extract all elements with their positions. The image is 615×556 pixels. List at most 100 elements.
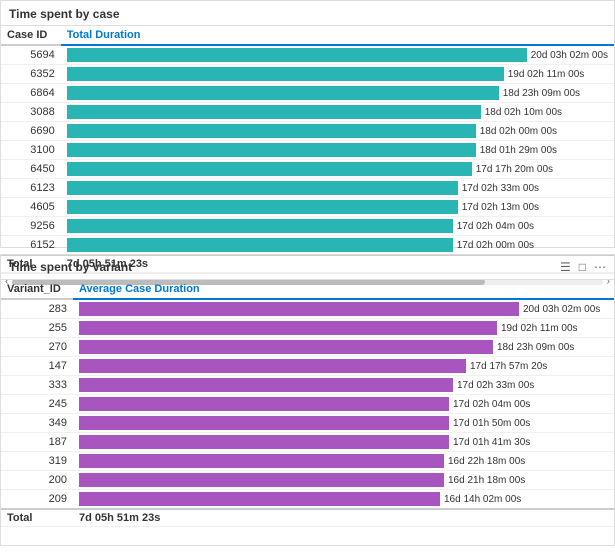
case-duration-bar: 18d 02h 10m 00s [61,103,614,122]
case-duration-label: 18d 02h 10m 00s [485,107,562,118]
table-row: 3100 18d 01h 29m 00s [1,141,614,160]
case-duration-label: 18d 01h 29m 00s [480,145,557,156]
case-col-duration: Total Duration [61,26,614,45]
case-id: 6152 [1,236,61,256]
variant-duration-bar: 17d 02h 33m 00s [73,376,614,395]
section-case: Time spent by case Case ID Total Duratio… [0,0,615,248]
variant-id: 200 [1,471,73,490]
table-row: 6450 17d 17h 20m 00s [1,160,614,179]
variant-duration-bar: 17d 17h 57m 20s [73,357,614,376]
case-id: 6864 [1,84,61,103]
case-id: 5694 [1,45,61,65]
variant-duration-label: 17d 01h 50m 00s [453,418,530,429]
variant-duration-label: 17d 17h 57m 20s [470,361,547,372]
case-duration-bar: 20d 03h 02m 00s [61,45,614,65]
case-duration-bar: 17d 02h 04m 00s [61,217,614,236]
section-case-header: Time spent by case [1,1,614,26]
case-duration-label: 17d 02h 13m 00s [462,202,539,213]
case-id: 9256 [1,217,61,236]
table-row: 319 16d 22h 18m 00s [1,452,614,471]
table-row: 349 17d 01h 50m 00s [1,414,614,433]
variant-duration-label: 16d 14h 02m 00s [444,494,521,505]
table-row: 6152 17d 02h 00m 00s [1,236,614,256]
case-id: 6123 [1,179,61,198]
table-row: 5694 20d 03h 02m 00s [1,45,614,65]
case-col-id: Case ID [1,26,61,45]
case-id: 6352 [1,65,61,84]
variant-id: 187 [1,433,73,452]
case-id: 3100 [1,141,61,160]
variant-id: 283 [1,299,73,319]
variant-id: 209 [1,490,73,510]
variant-table: Variant_ID Average Case Duration 283 20d… [1,280,614,527]
case-duration-label: 18d 02h 00m 00s [480,126,557,137]
case-id: 6690 [1,122,61,141]
case-duration-label: 19d 02h 11m 00s [508,69,585,80]
filter-icon[interactable]: ☰ [560,260,571,274]
table-row: 200 16d 21h 18m 00s [1,471,614,490]
case-duration-label: 17d 02h 04m 00s [457,221,534,232]
table-row: 333 17d 02h 33m 00s [1,376,614,395]
more-icon[interactable]: ⋯ [594,260,606,274]
variant-duration-label: 16d 21h 18m 00s [448,475,525,486]
variant-id: 270 [1,338,73,357]
variant-duration-bar: 17d 01h 41m 30s [73,433,614,452]
table-row: 255 19d 02h 11m 00s [1,319,614,338]
expand-icon[interactable]: □ [579,260,586,274]
case-duration-bar: 18d 23h 09m 00s [61,84,614,103]
table-row: 187 17d 01h 41m 30s [1,433,614,452]
variant-duration-label: 18d 23h 09m 00s [497,342,574,353]
variant-duration-label: 17d 01h 41m 30s [453,437,530,448]
case-id: 4605 [1,198,61,217]
variant-id: 245 [1,395,73,414]
variant-duration-bar: 16d 21h 18m 00s [73,471,614,490]
section-variant-header: Time spent by variant ☰ □ ⋯ [1,255,614,280]
case-table: Case ID Total Duration 5694 20d 03h 02m … [1,26,614,273]
variant-id: 147 [1,357,73,376]
variant-duration-bar: 17d 01h 50m 00s [73,414,614,433]
table-row: 147 17d 17h 57m 20s [1,357,614,376]
variant-duration-bar: 18d 23h 09m 00s [73,338,614,357]
case-id: 3088 [1,103,61,122]
variant-duration-bar: 16d 14h 02m 00s [73,490,614,510]
variant-total-row: Total 7d 05h 51m 23s [1,509,614,527]
case-duration-label: 17d 17h 20m 00s [476,164,553,175]
case-duration-label: 17d 02h 00m 00s [457,240,534,251]
variant-duration-bar: 20d 03h 02m 00s [73,299,614,319]
table-row: 245 17d 02h 04m 00s [1,395,614,414]
variant-duration-label: 17d 02h 04m 00s [453,399,530,410]
variant-duration-bar: 19d 02h 11m 00s [73,319,614,338]
case-duration-label: 18d 23h 09m 00s [503,88,580,99]
table-row: 9256 17d 02h 04m 00s [1,217,614,236]
case-duration-bar: 17d 02h 13m 00s [61,198,614,217]
table-row: 209 16d 14h 02m 00s [1,490,614,510]
section-variant-title: Time spent by variant [9,260,132,274]
variant-id: 333 [1,376,73,395]
table-row: 4605 17d 02h 13m 00s [1,198,614,217]
case-duration-bar: 17d 02h 00m 00s [61,236,614,256]
variant-icon-group: ☰ □ ⋯ [560,260,606,274]
table-row: 6352 19d 02h 11m 00s [1,65,614,84]
case-duration-bar: 19d 02h 11m 00s [61,65,614,84]
case-duration-label: 20d 03h 02m 00s [531,50,608,61]
case-duration-bar: 18d 01h 29m 00s [61,141,614,160]
variant-duration-label: 17d 02h 33m 00s [457,380,534,391]
variant-duration-label: 20d 03h 02m 00s [523,304,600,315]
case-duration-bar: 18d 02h 00m 00s [61,122,614,141]
variant-duration-bar: 16d 22h 18m 00s [73,452,614,471]
variant-id: 255 [1,319,73,338]
case-id: 6450 [1,160,61,179]
table-row: 270 18d 23h 09m 00s [1,338,614,357]
section-variant: Time spent by variant ☰ □ ⋯ Variant_ID A… [0,254,615,546]
variant-total-value: 7d 05h 51m 23s [73,509,614,527]
table-row: 6123 17d 02h 33m 00s [1,179,614,198]
variant-id: 319 [1,452,73,471]
table-row: 6690 18d 02h 00m 00s [1,122,614,141]
variant-total-label: Total [1,509,73,527]
section-case-title: Time spent by case [9,7,120,21]
case-duration-bar: 17d 02h 33m 00s [61,179,614,198]
table-row: 283 20d 03h 02m 00s [1,299,614,319]
variant-duration-label: 19d 02h 11m 00s [501,323,578,334]
variant-duration-bar: 17d 02h 04m 00s [73,395,614,414]
variant-id: 349 [1,414,73,433]
